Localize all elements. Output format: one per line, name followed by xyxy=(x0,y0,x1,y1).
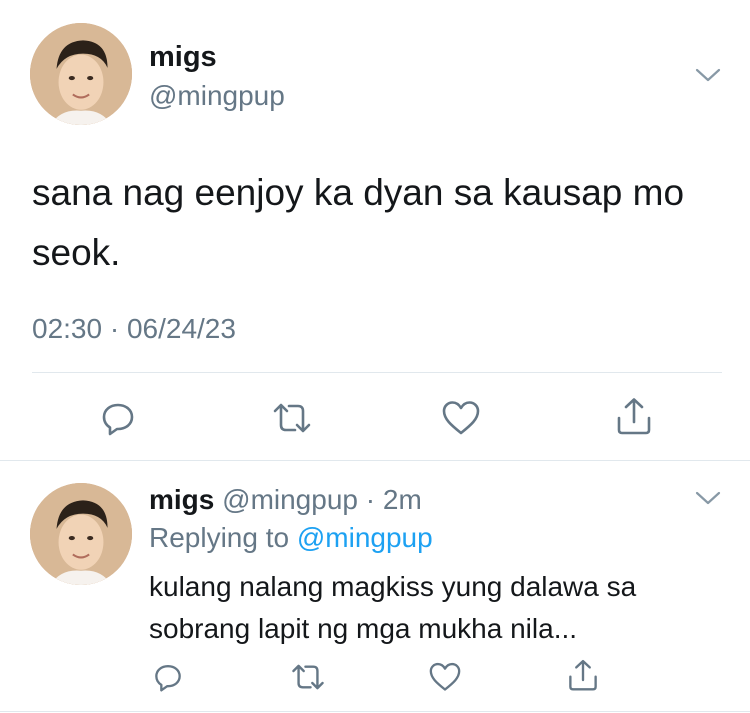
share-button[interactable] xyxy=(566,657,600,693)
chevron-down-icon[interactable] xyxy=(695,67,721,83)
retweet-button[interactable] xyxy=(270,398,314,438)
replying-handle-link[interactable]: @mingpup xyxy=(297,522,433,553)
separator: · xyxy=(357,484,383,515)
share-icon xyxy=(569,659,597,691)
heart-icon xyxy=(429,662,461,691)
like-button[interactable] xyxy=(427,660,463,694)
divider xyxy=(32,372,722,373)
reply-button[interactable] xyxy=(152,660,184,694)
like-button[interactable] xyxy=(440,398,482,438)
share-button[interactable] xyxy=(614,395,654,437)
share-icon xyxy=(617,398,651,435)
retweet-icon xyxy=(292,664,324,690)
reply-bubble-icon xyxy=(155,665,181,692)
heart-icon xyxy=(442,401,480,435)
time-ago[interactable]: 2m xyxy=(383,484,422,515)
display-name[interactable]: migs xyxy=(149,484,214,515)
reply-button[interactable] xyxy=(98,398,138,438)
replying-prefix: Replying to xyxy=(149,522,297,553)
reply-bubble-icon xyxy=(102,403,134,436)
divider xyxy=(0,711,750,712)
retweet-button[interactable] xyxy=(289,660,327,694)
avatar-photo xyxy=(30,23,132,125)
avatar[interactable] xyxy=(30,23,132,125)
reply-header: migs @mingpup · 2m xyxy=(149,484,422,516)
display-name[interactable]: migs xyxy=(149,41,217,74)
user-handle[interactable]: @mingpup xyxy=(149,80,285,112)
avatar[interactable] xyxy=(30,483,132,585)
chevron-down-icon[interactable] xyxy=(695,490,721,506)
replying-to: Replying to @mingpup xyxy=(149,522,433,554)
tweet-text: sana nag eenjoy ka dyan sa kausap mo seo… xyxy=(32,172,685,273)
reply-text: kulang nalang magkiss yung dalawa sa sob… xyxy=(149,571,637,644)
divider xyxy=(0,460,750,461)
user-handle[interactable]: @mingpup xyxy=(222,484,358,515)
retweet-icon xyxy=(273,403,311,433)
avatar-photo xyxy=(30,483,132,585)
tweet-timestamp[interactable]: 02:30 · 06/24/23 xyxy=(32,313,236,345)
